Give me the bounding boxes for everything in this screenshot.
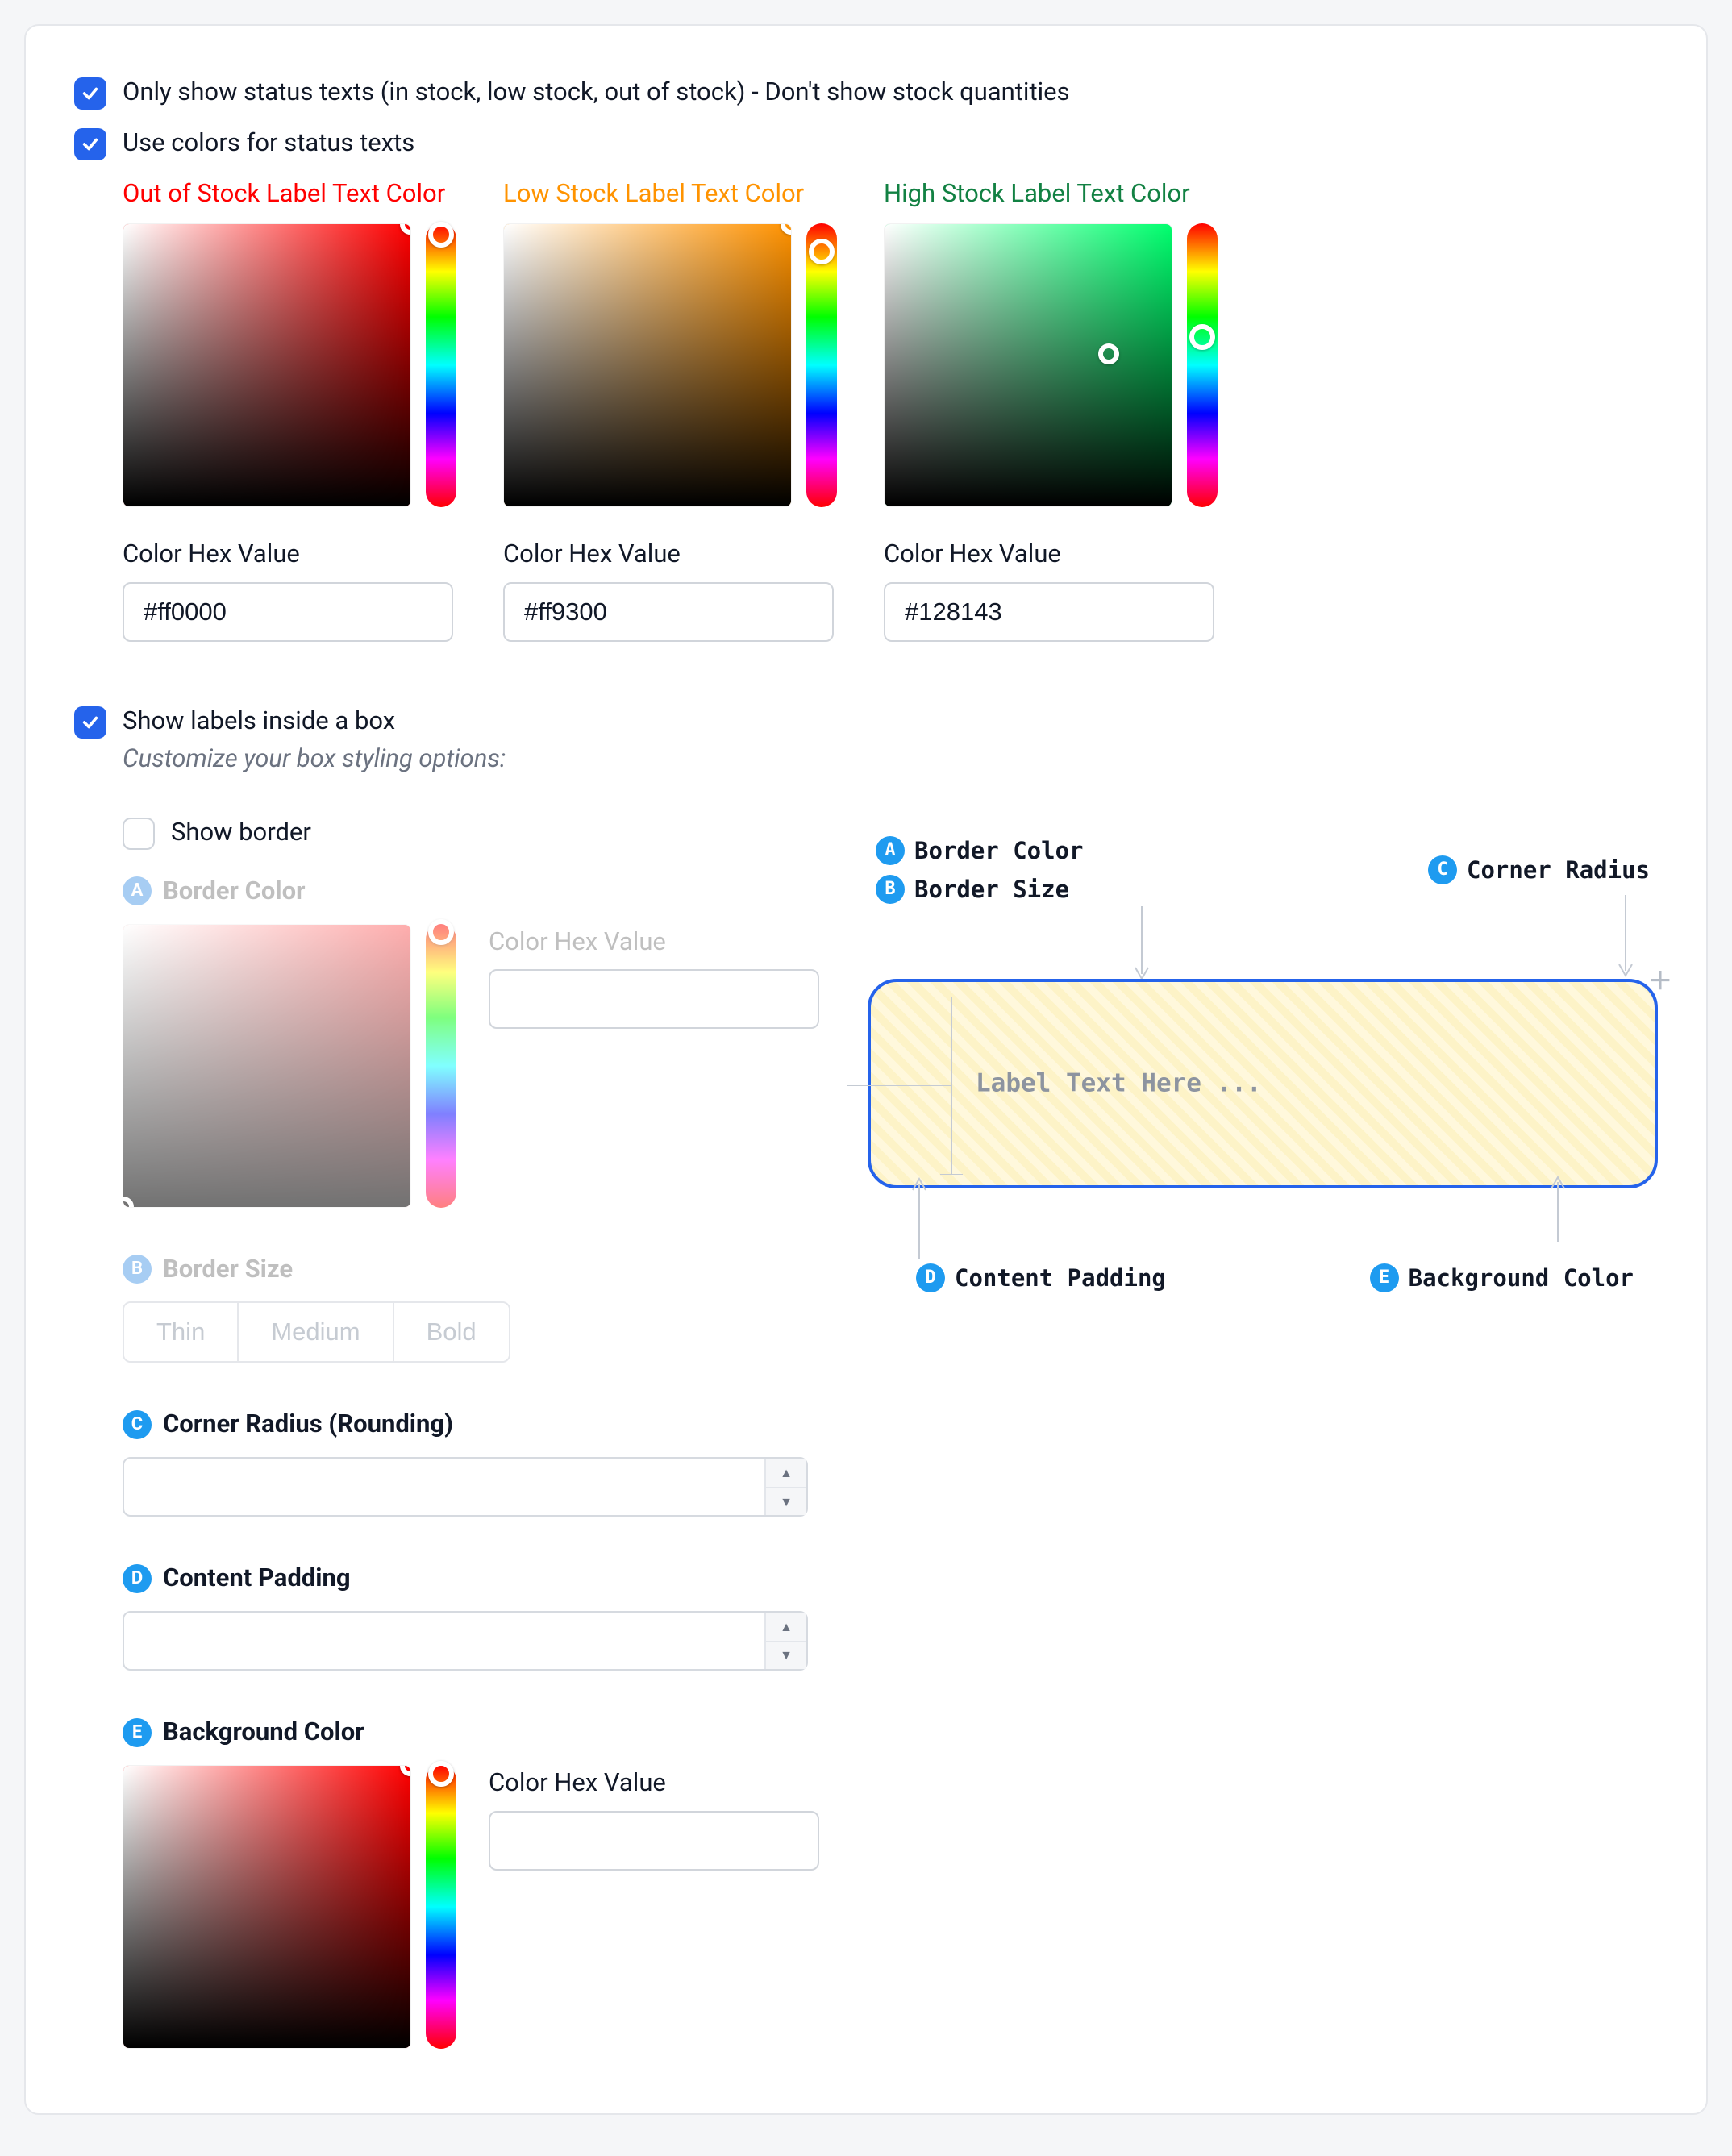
spin-down-icon[interactable]: ▼ xyxy=(766,1488,806,1516)
diagram-label-d: D Content Padding xyxy=(916,1261,1166,1295)
diagram-label-a: A Border Color xyxy=(876,834,1084,868)
hex-input-background-color[interactable] xyxy=(489,1811,819,1871)
border-size-bold[interactable]: Bold xyxy=(394,1303,509,1361)
label-only-status-texts: Only show status texts (in stock, low st… xyxy=(123,74,1070,110)
hue-bar-low-stock[interactable] xyxy=(806,223,837,507)
diagram-badge-b: B xyxy=(876,875,905,904)
hex-label-high-stock: Color Hex Value xyxy=(884,536,1230,572)
title-border-color: Border Color xyxy=(163,873,305,909)
diagram-label-e: E Background Color xyxy=(1370,1261,1634,1295)
section-background-color: E Background Color xyxy=(123,1714,819,1750)
sv-panel-low-stock[interactable] xyxy=(503,223,792,507)
label-show-labels-box: Show labels inside a box xyxy=(123,703,506,739)
row-show-border: Show border xyxy=(123,814,819,851)
settings-card: Only show status texts (in stock, low st… xyxy=(24,24,1708,2115)
title-corner-radius: Corner Radius (Rounding) xyxy=(163,1406,453,1442)
input-content-padding[interactable] xyxy=(124,1613,764,1669)
title-content-padding: Content Padding xyxy=(163,1560,351,1596)
title-background-color: Background Color xyxy=(163,1714,364,1750)
checkbox-show-labels-box[interactable] xyxy=(74,706,106,739)
hex-label-out-of-stock: Color Hex Value xyxy=(123,536,469,572)
diagram-label-b: B Border Size xyxy=(876,872,1084,906)
segmented-border-size: Thin Medium Bold xyxy=(123,1301,510,1363)
checkbox-show-border[interactable] xyxy=(123,818,155,850)
box-styling-section: Show border A Border Color xyxy=(123,814,1658,2050)
hex-input-out-of-stock[interactable] xyxy=(123,582,453,642)
diagram-arrow-c xyxy=(1609,895,1642,984)
crosshair-icon: ＋ xyxy=(1648,964,1672,1000)
label-show-border: Show border xyxy=(171,814,311,851)
sv-panel-border-color[interactable] xyxy=(123,924,411,1208)
title-border-size: Border Size xyxy=(163,1251,293,1288)
picker-out-of-stock: Out of Stock Label Text Color Color Hex … xyxy=(123,176,469,642)
sv-panel-high-stock[interactable] xyxy=(884,223,1172,507)
row-show-labels-box: Show labels inside a box Customize your … xyxy=(74,703,1658,800)
badge-d: D xyxy=(123,1564,152,1593)
section-corner-radius: C Corner Radius (Rounding) xyxy=(123,1406,819,1442)
spin-up-icon[interactable]: ▲ xyxy=(766,1613,806,1642)
spin-corner-radius[interactable]: ▲ ▼ xyxy=(764,1459,806,1515)
badge-c: C xyxy=(123,1410,152,1439)
subnote-show-labels-box: Customize your box styling options: xyxy=(123,741,506,777)
badge-a: A xyxy=(123,876,152,905)
hue-bar-background-color[interactable] xyxy=(426,1765,456,2049)
stepper-content-padding[interactable]: ▲ ▼ xyxy=(123,1611,808,1671)
diagram-arrow-d xyxy=(903,1171,935,1259)
section-border-size: B Border Size xyxy=(123,1251,819,1288)
badge-b: B xyxy=(123,1255,152,1284)
diagram-badge-d: D xyxy=(916,1263,945,1292)
hue-bar-border-color[interactable] xyxy=(426,924,456,1208)
diagram-v-padding-line xyxy=(951,997,952,1174)
border-size-thin[interactable]: Thin xyxy=(124,1303,239,1361)
diagram-sample-box: ＋ Label Text Here ... xyxy=(868,979,1658,1188)
diagram-arrow-ab xyxy=(1126,906,1158,987)
hex-input-low-stock[interactable] xyxy=(503,582,834,642)
title-low-stock: Low Stock Label Text Color xyxy=(503,176,850,212)
row-use-colors: Use colors for status texts xyxy=(74,125,1658,161)
row-only-status-texts: Only show status texts (in stock, low st… xyxy=(74,74,1658,110)
picker-low-stock: Low Stock Label Text Color Color Hex Val… xyxy=(503,176,850,642)
diagram-arrow-e xyxy=(1542,1169,1574,1242)
picker-high-stock: High Stock Label Text Color Color Hex Va… xyxy=(884,176,1230,642)
diagram-bottom-tick xyxy=(940,1174,963,1175)
checkbox-only-status-texts[interactable] xyxy=(74,77,106,110)
badge-e: E xyxy=(123,1718,152,1747)
hex-label-low-stock: Color Hex Value xyxy=(503,536,850,572)
sv-panel-out-of-stock[interactable] xyxy=(123,223,411,507)
hex-label-background-color: Color Hex Value xyxy=(489,1765,819,1801)
label-use-colors: Use colors for status texts xyxy=(123,125,414,161)
hex-input-high-stock[interactable] xyxy=(884,582,1214,642)
input-corner-radius[interactable] xyxy=(124,1459,764,1515)
checkbox-use-colors[interactable] xyxy=(74,128,106,160)
hex-label-border-color: Color Hex Value xyxy=(489,924,819,960)
diagram-badge-c: C xyxy=(1428,855,1457,884)
box-diagram: A Border Color B Border Size C Corner Ra… xyxy=(868,834,1658,1295)
spin-content-padding[interactable]: ▲ ▼ xyxy=(764,1613,806,1669)
stepper-corner-radius[interactable]: ▲ ▼ xyxy=(123,1457,808,1517)
hue-bar-out-of-stock[interactable] xyxy=(426,223,456,507)
diagram-h-padding-line xyxy=(847,1085,951,1086)
status-color-pickers: Out of Stock Label Text Color Color Hex … xyxy=(123,176,1658,642)
spin-down-icon[interactable]: ▼ xyxy=(766,1642,806,1670)
diagram-badge-a: A xyxy=(876,836,905,865)
border-size-medium[interactable]: Medium xyxy=(239,1303,393,1361)
diagram-sample-text: Label Text Here ... xyxy=(976,1065,1262,1101)
spin-up-icon[interactable]: ▲ xyxy=(766,1459,806,1488)
hue-bar-high-stock[interactable] xyxy=(1187,223,1218,507)
title-high-stock: High Stock Label Text Color xyxy=(884,176,1230,212)
section-border-color: A Border Color xyxy=(123,873,819,909)
hex-input-border-color[interactable] xyxy=(489,969,819,1029)
sv-panel-background-color[interactable] xyxy=(123,1765,411,2049)
title-out-of-stock: Out of Stock Label Text Color xyxy=(123,176,469,212)
section-content-padding: D Content Padding xyxy=(123,1560,819,1596)
diagram-badge-e: E xyxy=(1370,1263,1399,1292)
